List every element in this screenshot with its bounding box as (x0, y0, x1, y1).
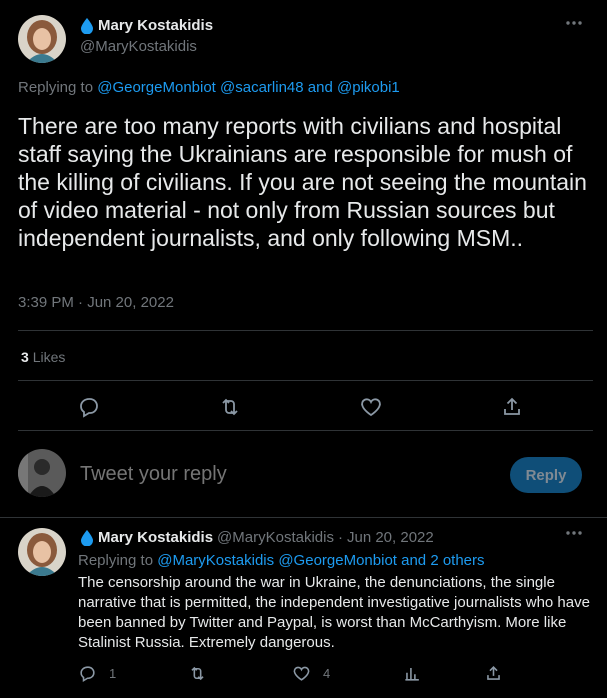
replying-to: Replying to @GeorgeMonbiot @sacarlin48 a… (18, 79, 400, 96)
reply-tweet[interactable]: Mary Kostakidis @MaryKostakidis · Jun 20… (0, 518, 607, 698)
reply-count: 1 (109, 666, 117, 681)
reply-icon[interactable] (78, 664, 97, 683)
reply-author-handle[interactable]: @MaryKostakidis (217, 529, 334, 546)
like-icon[interactable] (292, 664, 311, 683)
mention-link[interactable]: @pikobi1 (337, 79, 400, 96)
more-options-icon[interactable] (565, 530, 583, 536)
likes-count: 3 (21, 349, 29, 365)
mention-link[interactable]: @MaryKostakidis (157, 552, 274, 569)
tweet-timestamp[interactable]: 3:39 PM · Jun 20, 2022 (18, 294, 174, 311)
replying-to: Replying to @MaryKostakidis @GeorgeMonbi… (78, 552, 485, 569)
reply-author-avatar[interactable] (18, 528, 66, 576)
replying-to-label: Replying to (78, 552, 158, 569)
tweet-actions (0, 395, 607, 419)
reply-date[interactable]: Jun 20, 2022 (347, 529, 434, 546)
water-drop-icon (80, 529, 94, 546)
reply-author-name[interactable]: Mary Kostakidis (98, 529, 213, 546)
current-user-avatar[interactable] (18, 449, 66, 497)
share-icon[interactable] (500, 395, 524, 419)
like-icon[interactable] (359, 395, 383, 419)
mention-link[interactable]: @GeorgeMonbiot (97, 79, 216, 96)
main-tweet: Mary Kostakidis @MaryKostakidis Replying… (0, 0, 607, 517)
reply-composer: Reply (0, 430, 607, 517)
divider (18, 380, 593, 381)
like-action[interactable]: 4 (292, 664, 330, 683)
analytics-icon[interactable] (403, 664, 422, 683)
separator-dot: · (337, 529, 343, 546)
retweet-icon[interactable] (218, 395, 242, 419)
retweet-icon[interactable] (188, 664, 207, 683)
others-link[interactable]: and 2 others (401, 552, 484, 569)
retweet-action[interactable] (188, 664, 207, 683)
more-options-icon[interactable] (565, 20, 583, 26)
reply-header: Mary Kostakidis @MaryKostakidis · Jun 20… (80, 529, 434, 546)
mention-link[interactable]: @sacarlin48 (220, 79, 304, 96)
reply-input[interactable] (80, 462, 480, 486)
likes-label: Likes (32, 349, 66, 365)
reply-action[interactable]: 1 (78, 664, 116, 683)
reply-button[interactable]: Reply (510, 457, 582, 493)
reply-text: The censorship around the war in Ukraine… (78, 574, 590, 651)
author-avatar[interactable] (18, 15, 66, 63)
author-handle[interactable]: @MaryKostakidis (80, 38, 197, 55)
divider (18, 330, 593, 331)
reply-icon[interactable] (77, 395, 101, 419)
tweet-text: There are too many reports with civilian… (18, 113, 587, 251)
author-name-row[interactable]: Mary Kostakidis (80, 17, 213, 34)
replying-and: and (307, 79, 333, 96)
mention-link[interactable]: @GeorgeMonbiot (278, 552, 397, 569)
author-display-name[interactable]: Mary Kostakidis (98, 17, 213, 34)
like-count: 4 (323, 666, 331, 681)
likes-stat[interactable]: 3 Likes (21, 349, 65, 365)
reply-actions: 1 4 (0, 664, 607, 684)
water-drop-icon (80, 17, 94, 34)
replying-to-label: Replying to (18, 79, 98, 96)
share-icon[interactable] (484, 664, 503, 683)
